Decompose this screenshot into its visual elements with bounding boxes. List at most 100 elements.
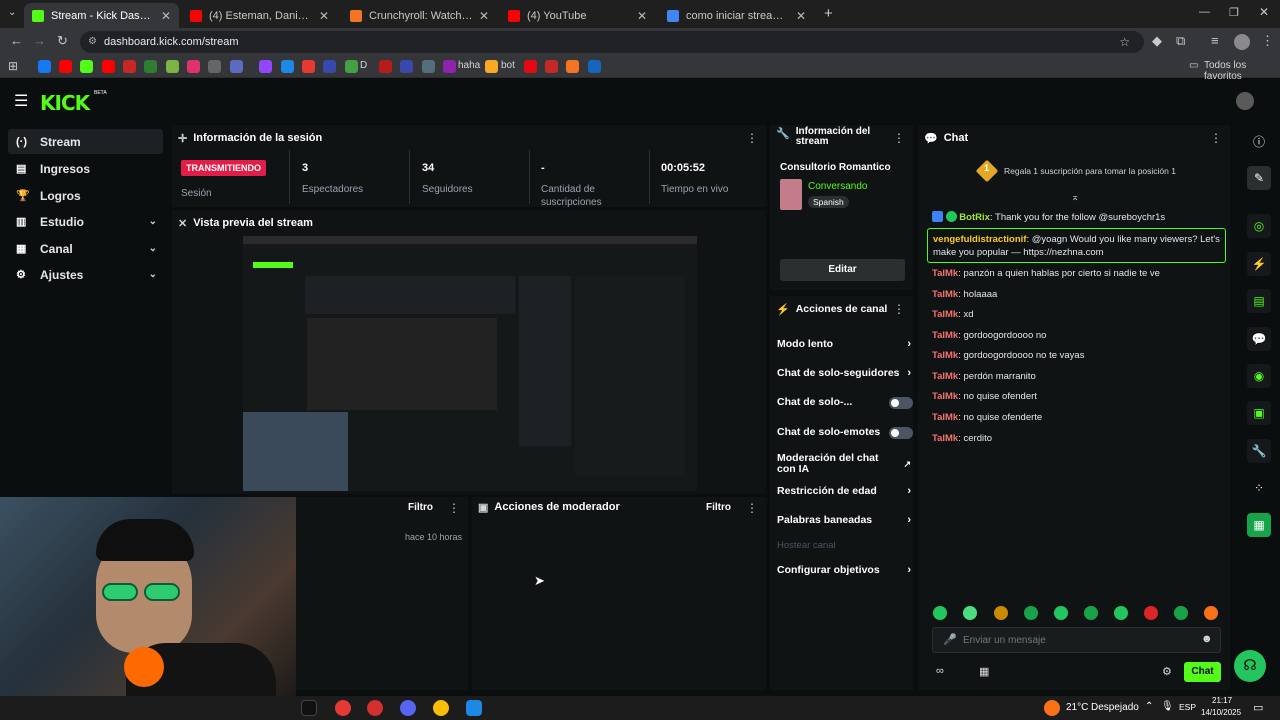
browser-tab[interactable]: (4) YouTube ✕ [500,3,655,28]
filter-button[interactable]: Filtro [408,502,433,513]
minimize-button[interactable]: — [1199,6,1210,18]
emote-icon[interactable] [1054,606,1068,620]
bookmark-icon[interactable] [588,60,601,73]
tab-close-icon[interactable]: ✕ [479,9,489,23]
hamburger-menu-icon[interactable]: ☰ [14,91,28,111]
youtube-bookmark-icon[interactable] [59,60,72,73]
weather-temp[interactable]: 21°C [1066,702,1088,713]
channel-action-item[interactable]: Chat de solo-seguidores › [777,368,915,379]
twitch-bookmark-icon[interactable] [259,60,272,73]
clock-time[interactable]: 21:17 [1212,696,1232,705]
browser-tab[interactable]: (4) Esteman, Daniela Spalla - Te ✕ [182,3,337,28]
chevron-down-icon[interactable]: ⌄ [149,243,157,254]
clock-date[interactable]: 14/10/2025 [1201,708,1241,717]
info-icon[interactable]: ⓘ [1247,129,1271,153]
bookmark-icon[interactable] [144,60,157,73]
bookmark-icon[interactable] [230,60,243,73]
bookmark-label[interactable]: D [360,60,367,71]
emote-icon[interactable] [1024,606,1038,620]
emote-icon[interactable] [994,606,1008,620]
category-link[interactable]: Conversando [808,181,867,192]
tab-close-icon[interactable]: ✕ [319,9,329,23]
bookmark-icon[interactable] [422,60,435,73]
discord-icon[interactable] [400,700,416,716]
channel-action-item[interactable]: Chat de solo-... [777,396,915,409]
bookmark-icon[interactable] [443,60,456,73]
chevron-down-icon[interactable]: ⌄ [149,269,157,280]
points-icon[interactable]: ∞ [936,665,944,677]
sidebar-item-ajustes[interactable]: ⚙ Ajustes ⌄ [8,262,163,287]
bookmark-icon[interactable] [485,60,498,73]
kick-bookmark-icon[interactable] [80,60,93,73]
netflix-bookmark-icon[interactable] [524,60,537,73]
browser-tab[interactable]: como iniciar stream en kick - Bú ✕ [659,3,814,28]
edit-button[interactable]: Editar [780,259,905,281]
facebook-bookmark-icon[interactable] [38,60,51,73]
chat-username[interactable]: TalMk [932,412,958,423]
send-chat-button[interactable]: Chat [1184,662,1221,682]
emote-icon[interactable] [1204,606,1218,620]
chat-settings-icon[interactable]: ⚙ [1162,665,1172,678]
apps-icon[interactable]: ⁘ [1247,476,1271,500]
store-icon[interactable]: ▦ [979,665,989,678]
maximize-button[interactable]: ❐ [1229,6,1239,19]
tray-chevron-icon[interactable]: ⌃ [1145,701,1153,712]
bookmark-star-icon[interactable]: ☆ [1119,31,1130,53]
bookmark-icon[interactable] [400,60,413,73]
microphone-icon[interactable]: 🎤 [943,633,957,646]
pencil-icon[interactable]: ✎ [1247,166,1271,190]
app-icon[interactable] [335,700,351,716]
language-indicator[interactable]: ESP [1179,702,1196,712]
browser-tab[interactable]: Crunchyroll: Watch Popular An ✕ [342,3,497,28]
more-options-icon[interactable]: ⋮ [893,131,905,145]
emote-icon[interactable] [963,606,977,620]
more-options-icon[interactable]: ⋮ [1210,131,1222,145]
chat-username[interactable]: TalMk [932,350,958,361]
channel-action-item[interactable]: Configurar objetivos › [777,565,915,576]
channel-action-item[interactable]: Modo lento › [777,339,915,350]
bookmark-icon[interactable] [379,60,392,73]
chat-username[interactable]: TalMk [932,289,958,300]
broadcast-icon[interactable]: ◉ [1247,364,1271,388]
microphone-tray-icon[interactable]: 🎙 [1161,701,1174,712]
target-icon[interactable]: ◎ [1247,214,1271,238]
puzzle-icon[interactable]: ⧉ [1176,33,1185,49]
more-options-icon[interactable]: ⋮ [746,501,758,515]
gift-prompt[interactable]: Regala 1 suscripción para tomar la posic… [1004,166,1176,176]
url-field[interactable]: ⚙ dashboard.kick.com/stream ☆ [80,31,1144,53]
channel-action-item[interactable]: Moderación del chat con IA ↗ [777,453,911,475]
support-chat-button[interactable]: ☊ [1234,650,1266,682]
bookmark-icon[interactable] [545,60,558,73]
bookmark-icon[interactable] [208,60,221,73]
forward-icon[interactable]: → [33,33,46,48]
filter-button[interactable]: Filtro [706,502,731,513]
emoji-icon[interactable]: ☻ [1201,633,1213,645]
opera-icon[interactable] [367,700,383,716]
chat-username[interactable]: vengefuldistractionif [933,234,1026,245]
channel-action-item[interactable]: Chat de solo-emotes [777,426,915,439]
chrome-icon[interactable] [433,700,449,716]
site-info-icon[interactable]: ⚙ [88,31,97,53]
bookmark-icon[interactable] [323,60,336,73]
tab-close-icon[interactable]: ✕ [796,9,806,23]
weather-text[interactable]: Despejado [1091,702,1139,713]
chat-username[interactable]: TalMk [932,371,958,382]
notification-icon[interactable]: ▭ [1253,701,1263,714]
apps-grid-icon[interactable]: ⊞ [8,59,18,73]
chevron-down-icon[interactable]: ⌄ [149,216,157,227]
tab-close-icon[interactable]: ✕ [637,9,647,23]
more-options-icon[interactable]: ⋮ [448,501,460,515]
bolt-icon[interactable]: ⚡ [1247,252,1271,276]
bookmark-label[interactable]: haha [458,60,480,71]
emote-icon[interactable] [1084,606,1098,620]
browser-tab[interactable]: Stream - Kick Dashboard ✕ [24,3,179,28]
speech-icon[interactable]: 💬 [1247,327,1271,351]
emote-icon[interactable] [1174,606,1188,620]
emote-icon[interactable] [1114,606,1128,620]
clipboard-icon[interactable]: ▤ [1247,289,1271,313]
toggle-switch[interactable] [889,396,913,409]
chat-username[interactable]: TalMk [932,330,958,341]
back-icon[interactable]: ← [10,33,23,48]
user-avatar[interactable] [1236,92,1254,110]
stream-preview-video[interactable] [243,236,697,491]
